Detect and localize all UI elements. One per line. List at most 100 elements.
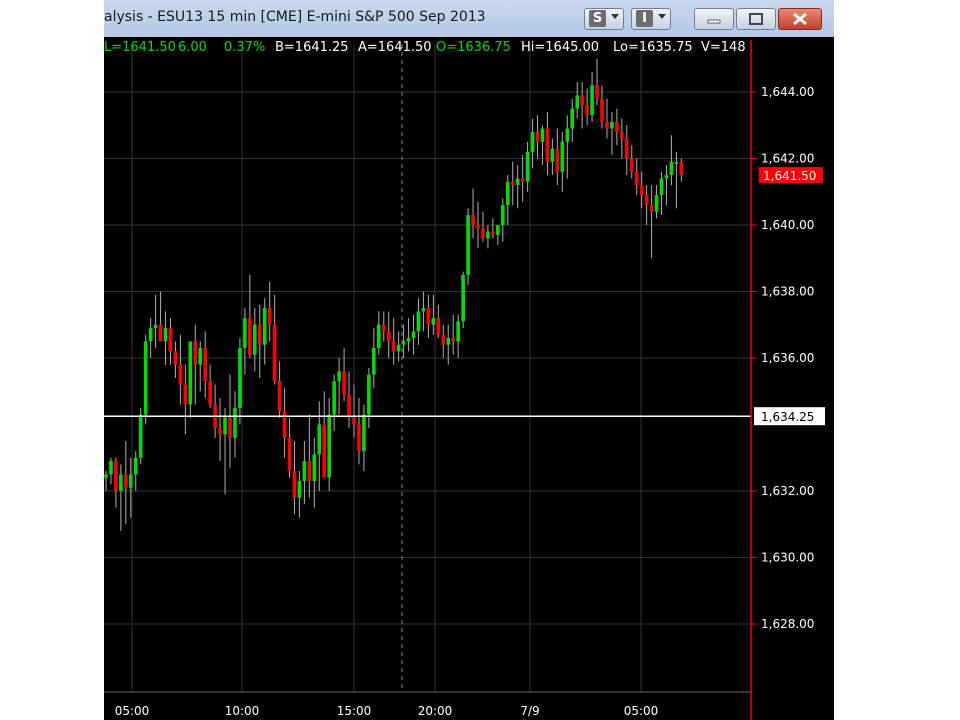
close-icon [793, 12, 807, 26]
close-button[interactable] [778, 8, 822, 30]
candle-body [446, 338, 451, 345]
candle-body [352, 417, 356, 425]
candle-body [248, 318, 252, 355]
time-tick-label: 15:00 [337, 704, 372, 718]
candle-body [262, 308, 267, 345]
candle-body [203, 348, 207, 382]
candle-body [238, 348, 242, 408]
candle-body [416, 311, 421, 332]
ask-value: A=1641.50 [358, 40, 432, 55]
candle-body [327, 414, 331, 478]
candle-body [674, 161, 679, 164]
candle-body [560, 141, 565, 172]
candle-body [501, 205, 505, 225]
percent-change-value: 0.37% [224, 40, 266, 55]
chevron-down-icon [611, 14, 619, 19]
candle-body [461, 274, 465, 322]
candle-body [411, 331, 416, 339]
candle-body [362, 414, 366, 452]
candle-body [535, 131, 540, 142]
candle-body [570, 108, 575, 129]
candle-body [337, 371, 341, 382]
candle-body [357, 424, 361, 452]
interval-dropdown-button[interactable]: I [631, 8, 671, 30]
time-tick-label: 20:00 [418, 704, 453, 718]
price-tick-label: 1,640.00 [761, 218, 814, 232]
candle-body [664, 175, 669, 179]
candle-body [451, 338, 455, 342]
candle-body [625, 138, 629, 159]
i-icon: I [636, 10, 653, 27]
candle-body [426, 308, 431, 325]
minimize-button[interactable] [694, 8, 734, 30]
candle-body [377, 324, 381, 349]
time-tick-label: 05:00 [624, 704, 659, 718]
candle-body [481, 228, 485, 239]
candle-body [267, 308, 272, 325]
symbol-dropdown-button[interactable]: S [584, 8, 624, 30]
candle-body [183, 384, 188, 405]
candle-body [649, 205, 654, 212]
candle-body [396, 344, 401, 352]
candle-body [421, 308, 426, 312]
candle-body [486, 231, 490, 239]
candle-body [133, 457, 138, 475]
candle-body [188, 341, 193, 405]
candle-body [406, 338, 411, 342]
candle-body [654, 195, 659, 212]
candle-body [540, 128, 545, 142]
candle-body [545, 128, 550, 162]
candle-body [124, 474, 128, 488]
change-value: 6.00 [178, 40, 207, 55]
candle-body [644, 195, 649, 206]
candle-body [510, 181, 515, 186]
candle-body [436, 318, 441, 335]
candle-body [148, 328, 153, 342]
candle-body [629, 158, 634, 172]
price-chart[interactable]: 1,644.00 1,642.00 1,640.00 1,638.00 1,636.00… [104, 0, 834, 720]
crosshair-price-label: 1,634.25 [761, 410, 814, 424]
time-tick-label: 05:00 [115, 704, 150, 718]
candle-body [257, 324, 262, 345]
candle-body [153, 324, 158, 329]
volume-value: V=148 [701, 40, 746, 55]
candle-body [272, 324, 277, 382]
candle-body [580, 95, 584, 106]
title-bar[interactable]: alysis - ESU13 15 min [CME] E-mini S&P 5… [104, 0, 834, 37]
price-tick-label: 1,636.00 [761, 351, 814, 365]
quote-info-bar: L=1641.50 6.00 0.37% B=1641.25 A=1641.50… [104, 40, 754, 58]
candle-body [441, 334, 446, 345]
candle-body [659, 178, 664, 196]
price-tick-label: 1,628.00 [761, 617, 814, 631]
candle-body [515, 178, 520, 186]
candle-body [114, 461, 118, 491]
candle-body [550, 148, 555, 162]
candle-body [253, 324, 257, 355]
candle-body [193, 341, 198, 365]
candle-body [218, 427, 222, 435]
candle-body [386, 331, 391, 342]
candle-body [505, 181, 510, 206]
candle-body [173, 351, 178, 365]
candle-body [466, 215, 470, 275]
candle-body [282, 411, 287, 438]
price-tick-label: 1,632.00 [761, 484, 814, 498]
candle-body [496, 225, 500, 235]
candle-body [555, 148, 560, 172]
candle-body [243, 318, 247, 349]
candle-body [277, 381, 282, 412]
candle-body [471, 215, 475, 225]
candlestick [466, 208, 470, 285]
candle-body [307, 461, 312, 482]
candle-body [322, 424, 327, 478]
candle-body [347, 394, 351, 418]
minimize-icon [707, 19, 721, 24]
candle-body [208, 381, 212, 405]
price-tick-label: 1,642.00 [761, 152, 814, 166]
candle-body [119, 474, 123, 491]
candle-body [620, 131, 624, 139]
maximize-button[interactable] [736, 8, 776, 30]
candle-body [575, 95, 579, 109]
last-price-label: 1,641.50 [763, 169, 816, 183]
open-value: O=1636.75 [436, 40, 511, 55]
